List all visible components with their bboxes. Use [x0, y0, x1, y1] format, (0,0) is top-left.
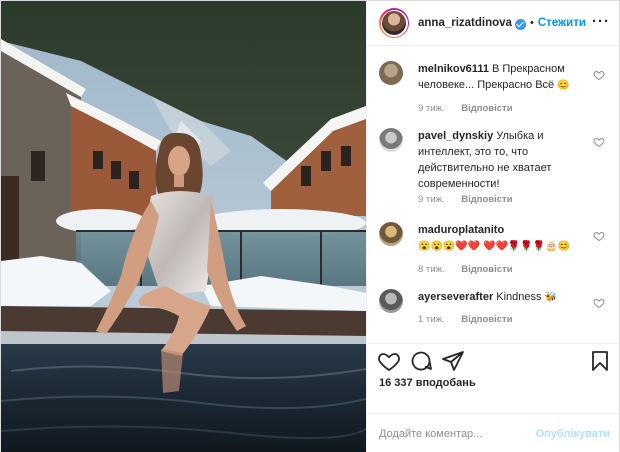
commenter-username[interactable]: pavel_dynskiy — [418, 130, 493, 142]
commenter-username[interactable]: maduroplatanito — [418, 224, 504, 236]
add-comment-bar: Опублікувати — [367, 413, 620, 452]
send-icon[interactable] — [441, 349, 465, 373]
commenter-avatar[interactable] — [379, 61, 403, 85]
comment-emoji: 😊 — [557, 80, 570, 91]
comment-time: 8 тиж. — [418, 264, 445, 275]
heart-icon[interactable] — [377, 349, 401, 373]
comment-time: 1 тиж. — [418, 314, 445, 325]
comment-like-heart-icon[interactable] — [593, 136, 605, 148]
comment-text: maduroplatanito 😮😮😮❤️❤️ ❤️❤️🌹🌹🌹🎂😊 — [418, 222, 593, 255]
comment-input[interactable] — [379, 427, 529, 440]
comment-meta: 1 тиж. Відповісти — [418, 314, 527, 325]
comment-meta: 9 тиж. Відповісти — [418, 103, 527, 114]
reply-button[interactable]: Відповісти — [461, 314, 512, 325]
commenter-avatar[interactable] — [379, 289, 403, 313]
comment-icon[interactable] — [409, 349, 433, 373]
avatar[interactable] — [379, 8, 409, 38]
commenter-avatar[interactable] — [379, 128, 403, 152]
post-actions: 16 337 вподобань — [367, 343, 620, 393]
reply-button[interactable]: Відповісти — [461, 194, 512, 205]
post-sidebar: anna_rizatdinova • Стежити ··· melnikov6… — [366, 1, 620, 452]
instagram-post: anna_rizatdinova • Стежити ··· melnikov6… — [0, 0, 620, 452]
comment-emoji: 🐝 — [544, 292, 558, 303]
comment-emoji: 😮😮😮❤️❤️ ❤️❤️🌹🌹🌹🎂😊 — [418, 241, 571, 252]
comments-list[interactable]: melnikov6111 В Прекрасном человеке... Пре… — [367, 47, 620, 343]
comment-time: 9 тиж. — [418, 194, 445, 205]
follow-button[interactable]: Стежити — [538, 17, 586, 29]
commenter-avatar[interactable] — [379, 222, 403, 246]
comment-time: 9 тиж. — [418, 103, 445, 114]
comment-text: melnikov6111 В Прекрасном человеке... Пре… — [418, 61, 593, 94]
author-username[interactable]: anna_rizatdinova — [418, 17, 512, 29]
avatar-image — [382, 11, 406, 35]
comment-like-heart-icon[interactable] — [593, 230, 605, 242]
photo-scene — [1, 1, 366, 452]
reply-button[interactable]: Відповісти — [461, 103, 512, 114]
comment-like-heart-icon[interactable] — [593, 297, 605, 309]
bookmark-icon[interactable] — [588, 349, 612, 373]
comment-like-heart-icon[interactable] — [593, 69, 605, 81]
comment-text: ayerseverafter Kindness 🐝 — [418, 289, 593, 306]
comment-meta: 8 тиж. Відповісти — [418, 264, 527, 275]
header-separator: • — [529, 17, 534, 29]
publish-button[interactable]: Опублікувати — [536, 428, 610, 440]
comment-meta: 9 тиж. Відповісти — [418, 194, 527, 205]
commenter-username[interactable]: ayerseverafter — [418, 291, 493, 303]
post-photo[interactable] — [1, 1, 366, 452]
verified-badge-icon — [514, 18, 526, 30]
likes-count[interactable]: 16 337 вподобань — [379, 377, 476, 389]
post-header: anna_rizatdinova • Стежити ··· — [367, 1, 620, 46]
comment-text: pavel_dynskiy Улыбка и интеллект, это то,… — [418, 128, 593, 192]
more-options-icon[interactable]: ··· — [592, 14, 610, 30]
commenter-username[interactable]: melnikov6111 — [418, 63, 489, 75]
reply-button[interactable]: Відповісти — [461, 264, 512, 275]
comment-content: Kindness — [496, 291, 542, 303]
